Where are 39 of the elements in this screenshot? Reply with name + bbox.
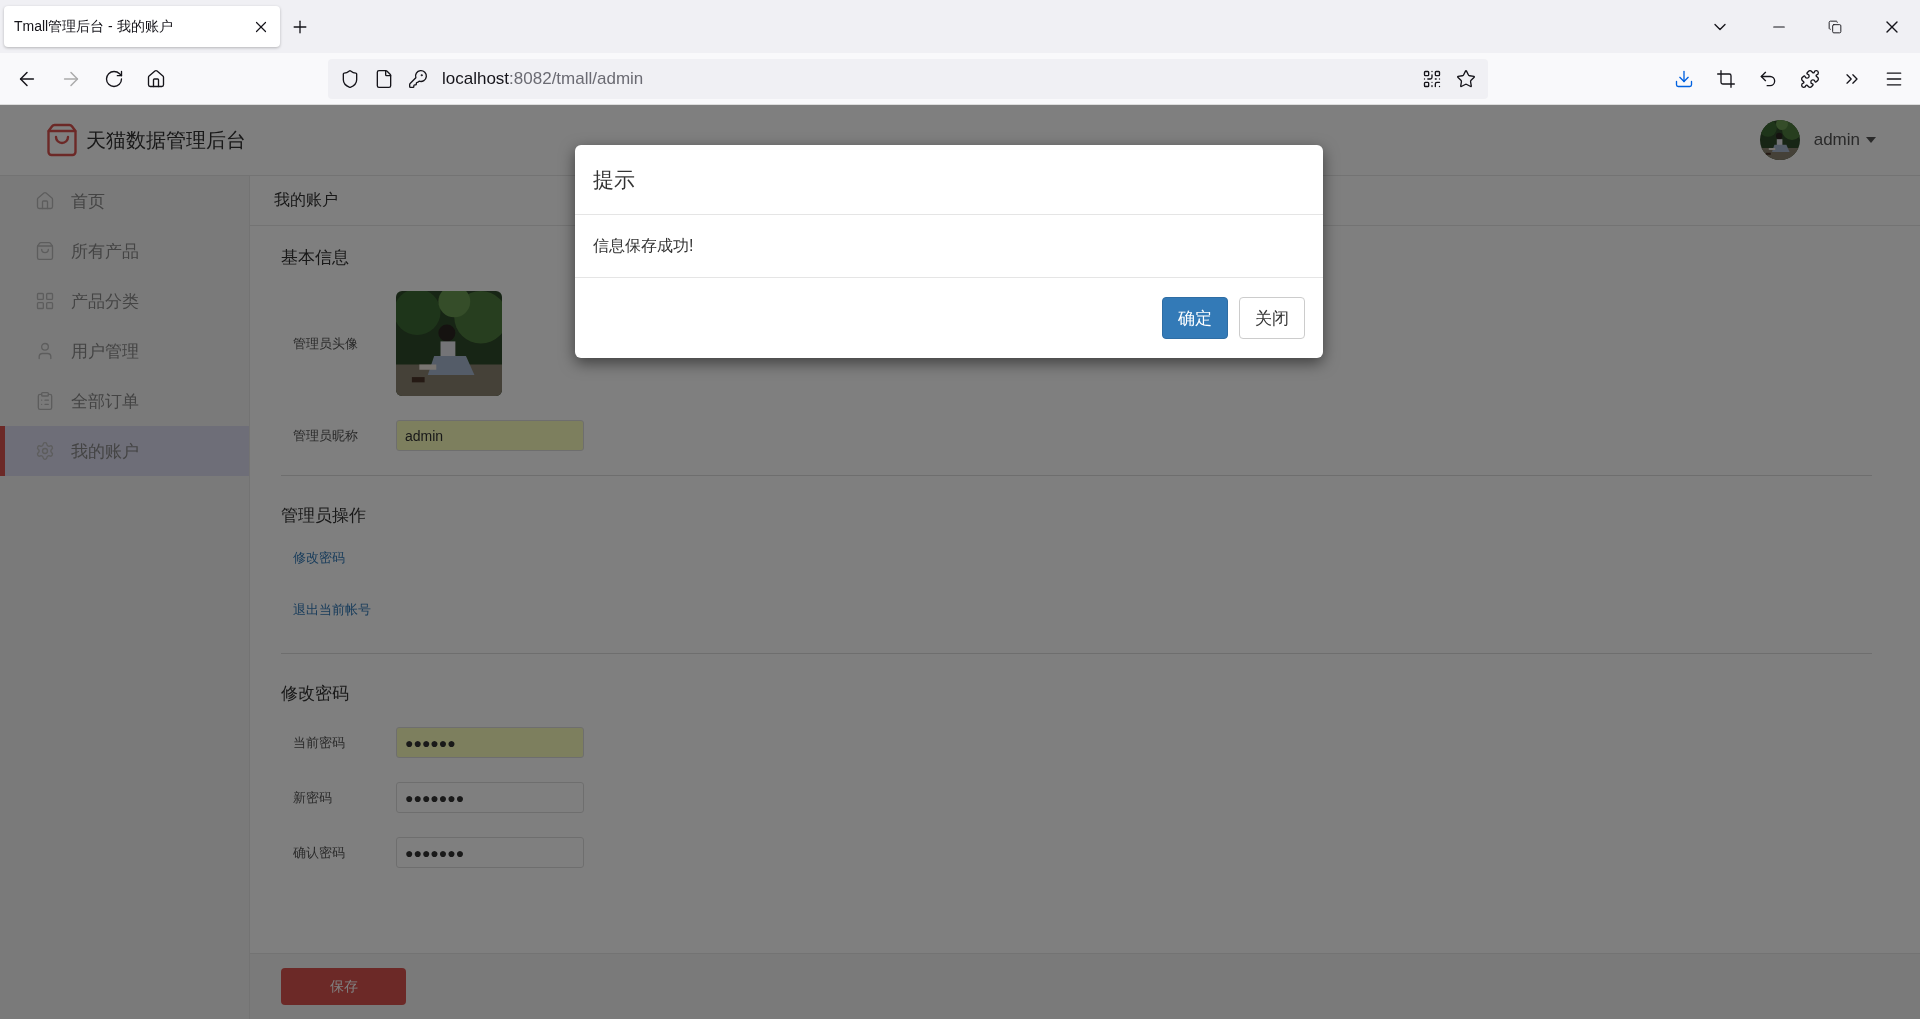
save-button[interactable]: 保存 [281,968,406,1005]
dialog-message: 信息保存成功! [593,235,694,256]
home-icon [35,191,55,211]
section-heading: 修改密码 [281,683,350,705]
field-label: 管理员头像 [293,334,359,353]
field-label: 确认密码 [293,843,346,862]
caret-icon[interactable] [1866,137,1876,143]
page-icon [374,68,394,89]
user-menu[interactable]: admin [1813,130,1860,150]
key-icon [408,68,428,89]
grid-icon [35,291,55,311]
bag-icon [35,241,55,261]
password-field[interactable]: ●●●●●●● [396,782,584,813]
brand-title: 天猫数据管理后台 [86,127,246,153]
clipboard-icon [35,391,55,411]
input-field[interactable]: admin [396,420,584,451]
action-link[interactable]: 修改密码 [293,549,1872,567]
password-field[interactable]: ●●●●●● [396,727,584,758]
restore-icon[interactable] [1828,19,1842,34]
qr-code-icon[interactable] [1422,68,1442,89]
home-icon[interactable] [146,68,166,89]
field-label: 当前密码 [293,733,346,752]
field-label: 新密码 [293,788,333,807]
crop-icon[interactable] [1716,68,1736,89]
action-link[interactable]: 退出当前帐号 [293,601,1872,619]
puzzle-icon[interactable] [1800,68,1820,89]
download-icon[interactable] [1674,68,1694,89]
close-button[interactable]: 关闭 [1239,297,1305,339]
browser-tab[interactable]: Tmall管理后台 - 我的账户 [4,6,280,47]
password-field[interactable]: ●●●●●●● [396,837,584,868]
settings-icon [35,441,55,461]
field-label: 管理员昵称 [293,426,359,445]
bag-icon [44,122,80,158]
shield-icon [340,68,360,89]
confirm-button[interactable]: 确定 [1162,297,1228,339]
address-bar[interactable]: localhost:8082/tmall/admin [328,58,1488,99]
star-icon[interactable] [1456,68,1476,89]
section-heading: 管理员操作 [281,505,367,527]
reload-icon[interactable] [104,68,124,89]
